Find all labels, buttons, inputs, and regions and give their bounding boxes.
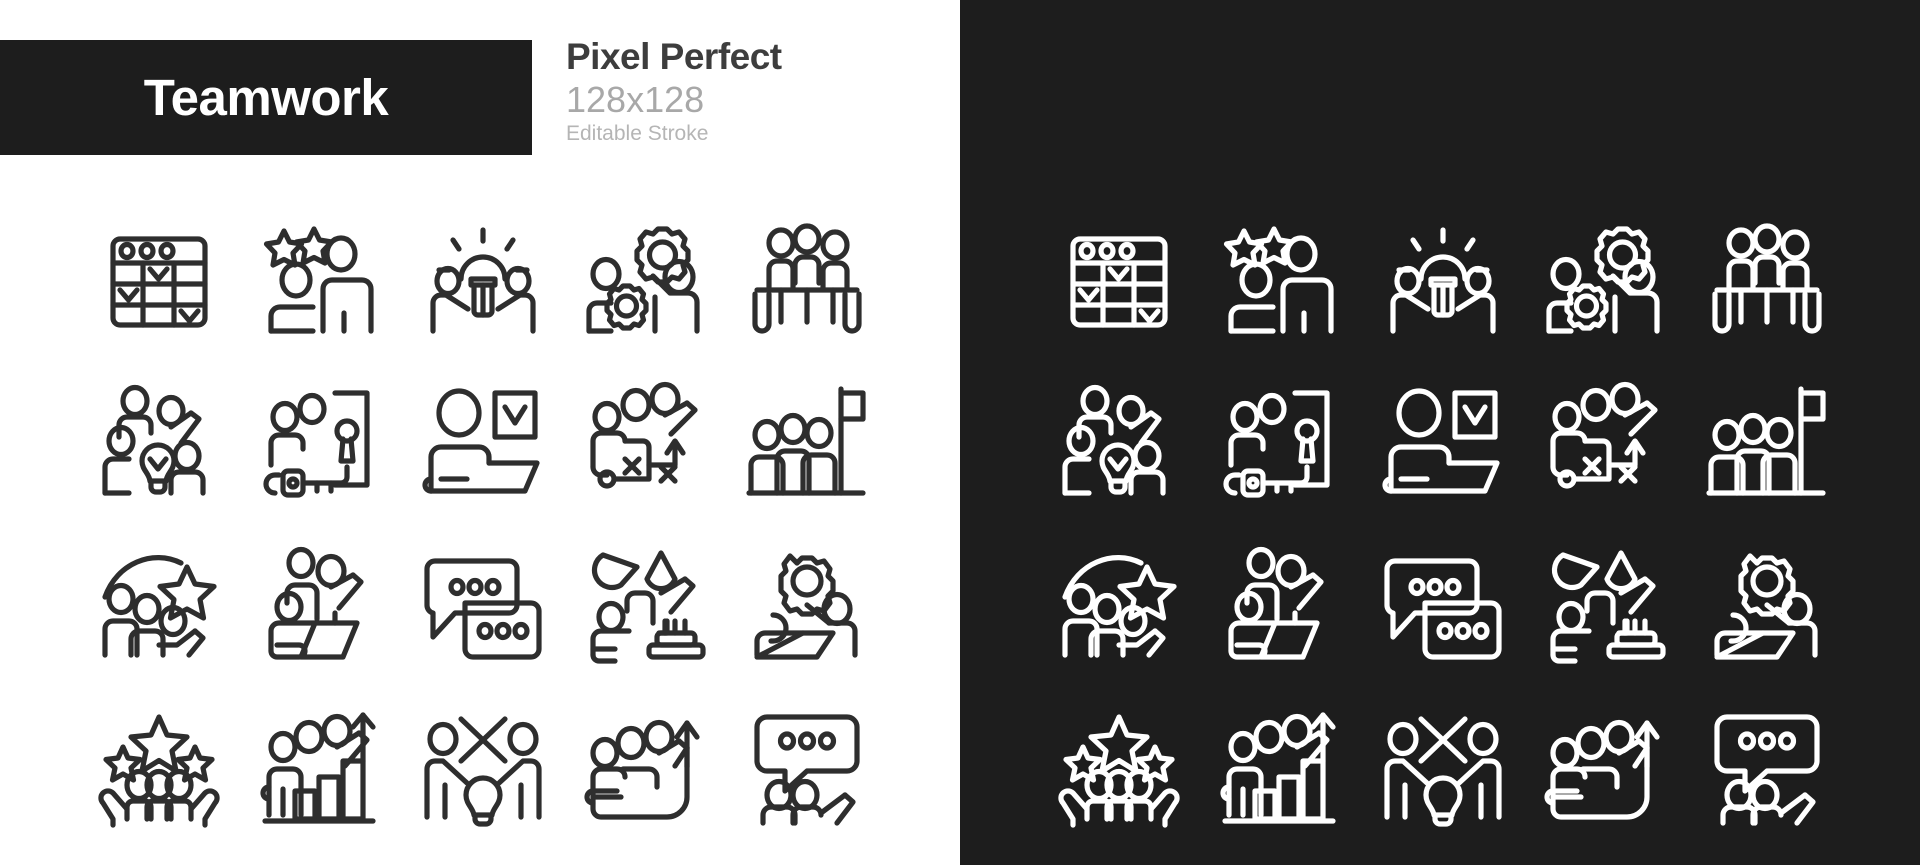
growth-chart-team-icon — [260, 712, 376, 824]
icon-cell-speech-bubble-team-light[interactable] — [726, 686, 888, 848]
icon-cell-career-arrow-light[interactable] — [564, 686, 726, 848]
idea-group-icon — [1062, 384, 1166, 496]
icon-cell-strategy-plan-light[interactable] — [564, 362, 726, 524]
icon-grid-light — [78, 200, 888, 848]
brainstorm-lightbulb-icon — [430, 227, 536, 334]
meta-icon-size: 128x128 — [566, 78, 705, 120]
icon-cell-chat-discussion-dark[interactable] — [1362, 524, 1524, 686]
icon-cell-growth-chart-team-light[interactable] — [240, 686, 402, 848]
icon-cell-idea-handshake-light[interactable] — [402, 686, 564, 848]
task-checkbox-icon — [1382, 388, 1500, 494]
icon-cell-task-checkbox-dark[interactable] — [1362, 362, 1524, 524]
idea-group-icon — [102, 384, 206, 496]
task-checkbox-icon — [422, 388, 540, 494]
star-achievement-icon — [1062, 555, 1177, 658]
icon-cell-star-rating-team-light[interactable] — [240, 200, 402, 362]
meta-pixel-perfect: Pixel Perfect — [566, 36, 782, 77]
strategy-plan-icon — [590, 381, 698, 489]
icon-cell-speech-bubble-team-dark[interactable] — [1686, 686, 1848, 848]
schedule-board-icon — [110, 236, 208, 328]
mentoring-laptop-icon — [1228, 546, 1324, 660]
icon-grid-dark — [1038, 200, 1848, 848]
career-arrow-icon — [584, 719, 700, 820]
ghost-number: 20 — [0, 40, 16, 155]
speech-bubble-team-icon — [1714, 714, 1820, 826]
star-achievement-icon — [102, 555, 217, 658]
icon-cell-mentoring-laptop-dark[interactable] — [1200, 524, 1362, 686]
key-solution-icon — [263, 390, 370, 498]
page-title: Teamwork — [143, 69, 389, 126]
star-rating-team-icon — [1223, 226, 1334, 334]
icon-cell-star-rating-team-dark[interactable] — [1200, 200, 1362, 362]
flag-goal-icon — [1706, 386, 1826, 496]
schedule-board-icon — [1070, 236, 1168, 328]
meeting-table-icon — [752, 223, 862, 334]
growth-chart-team-icon — [1220, 712, 1336, 824]
icon-cell-idea-group-dark[interactable] — [1038, 362, 1200, 524]
speech-bubble-team-icon — [754, 714, 860, 826]
icon-cell-gear-support-dark[interactable] — [1686, 524, 1848, 686]
sheet-meta: Pixel Perfect 128x128 Editable Stroke — [566, 36, 946, 148]
icon-cell-creative-design-light[interactable] — [564, 524, 726, 686]
icon-cell-star-achievement-light[interactable] — [78, 524, 240, 686]
light-theme-panel: 20 Teamwork Pixel Perfect 128x128 Editab… — [0, 0, 960, 865]
icon-cell-mentoring-laptop-light[interactable] — [240, 524, 402, 686]
icon-cell-key-solution-dark[interactable] — [1200, 362, 1362, 524]
meta-editable-stroke: Editable Stroke — [566, 121, 709, 145]
gear-support-icon — [754, 553, 858, 660]
icon-cell-flag-goal-dark[interactable] — [1686, 362, 1848, 524]
mentoring-laptop-icon — [268, 546, 364, 660]
icon-cell-career-arrow-dark[interactable] — [1524, 686, 1686, 848]
icon-cell-gears-collaboration-dark[interactable] — [1524, 200, 1686, 362]
flag-goal-icon — [746, 386, 866, 496]
icon-cell-growth-chart-team-dark[interactable] — [1200, 686, 1362, 848]
key-solution-icon — [1223, 390, 1330, 498]
icon-cell-task-checkbox-light[interactable] — [402, 362, 564, 524]
dark-theme-panel — [960, 0, 1920, 865]
idea-handshake-icon — [424, 716, 542, 827]
idea-handshake-icon — [1384, 716, 1502, 827]
meeting-table-icon — [1712, 223, 1822, 334]
icon-cell-strategy-plan-dark[interactable] — [1524, 362, 1686, 524]
icon-set-sheet: 20 Teamwork Pixel Perfect 128x128 Editab… — [0, 0, 1920, 865]
icon-cell-key-solution-light[interactable] — [240, 362, 402, 524]
sheet-header: 20 Teamwork — [0, 40, 532, 155]
icon-cell-flag-goal-light[interactable] — [726, 362, 888, 524]
icon-cell-schedule-board-light[interactable] — [78, 200, 240, 362]
career-arrow-icon — [1544, 719, 1660, 820]
three-stars-team-icon — [98, 714, 220, 828]
icon-cell-creative-design-dark[interactable] — [1524, 524, 1686, 686]
icon-cell-meeting-table-light[interactable] — [726, 200, 888, 362]
creative-design-icon — [590, 550, 706, 664]
gear-support-icon — [1714, 553, 1818, 660]
icon-cell-chat-discussion-light[interactable] — [402, 524, 564, 686]
icon-cell-idea-handshake-dark[interactable] — [1362, 686, 1524, 848]
icon-cell-gear-support-light[interactable] — [726, 524, 888, 686]
icon-cell-three-stars-team-light[interactable] — [78, 686, 240, 848]
creative-design-icon — [1550, 550, 1666, 664]
gears-collaboration-icon — [586, 226, 700, 334]
strategy-plan-icon — [1550, 381, 1658, 489]
icon-cell-brainstorm-lightbulb-dark[interactable] — [1362, 200, 1524, 362]
title-banner: 20 Teamwork — [0, 40, 532, 155]
three-stars-team-icon — [1058, 714, 1180, 828]
icon-cell-meeting-table-dark[interactable] — [1686, 200, 1848, 362]
icon-cell-brainstorm-lightbulb-light[interactable] — [402, 200, 564, 362]
brainstorm-lightbulb-icon — [1390, 227, 1496, 334]
icon-cell-three-stars-team-dark[interactable] — [1038, 686, 1200, 848]
icon-cell-idea-group-light[interactable] — [78, 362, 240, 524]
icon-cell-gears-collaboration-light[interactable] — [564, 200, 726, 362]
chat-discussion-icon — [424, 558, 542, 660]
gears-collaboration-icon — [1546, 226, 1660, 334]
chat-discussion-icon — [1384, 558, 1502, 660]
icon-cell-schedule-board-dark[interactable] — [1038, 200, 1200, 362]
star-rating-team-icon — [263, 226, 374, 334]
icon-cell-star-achievement-dark[interactable] — [1038, 524, 1200, 686]
